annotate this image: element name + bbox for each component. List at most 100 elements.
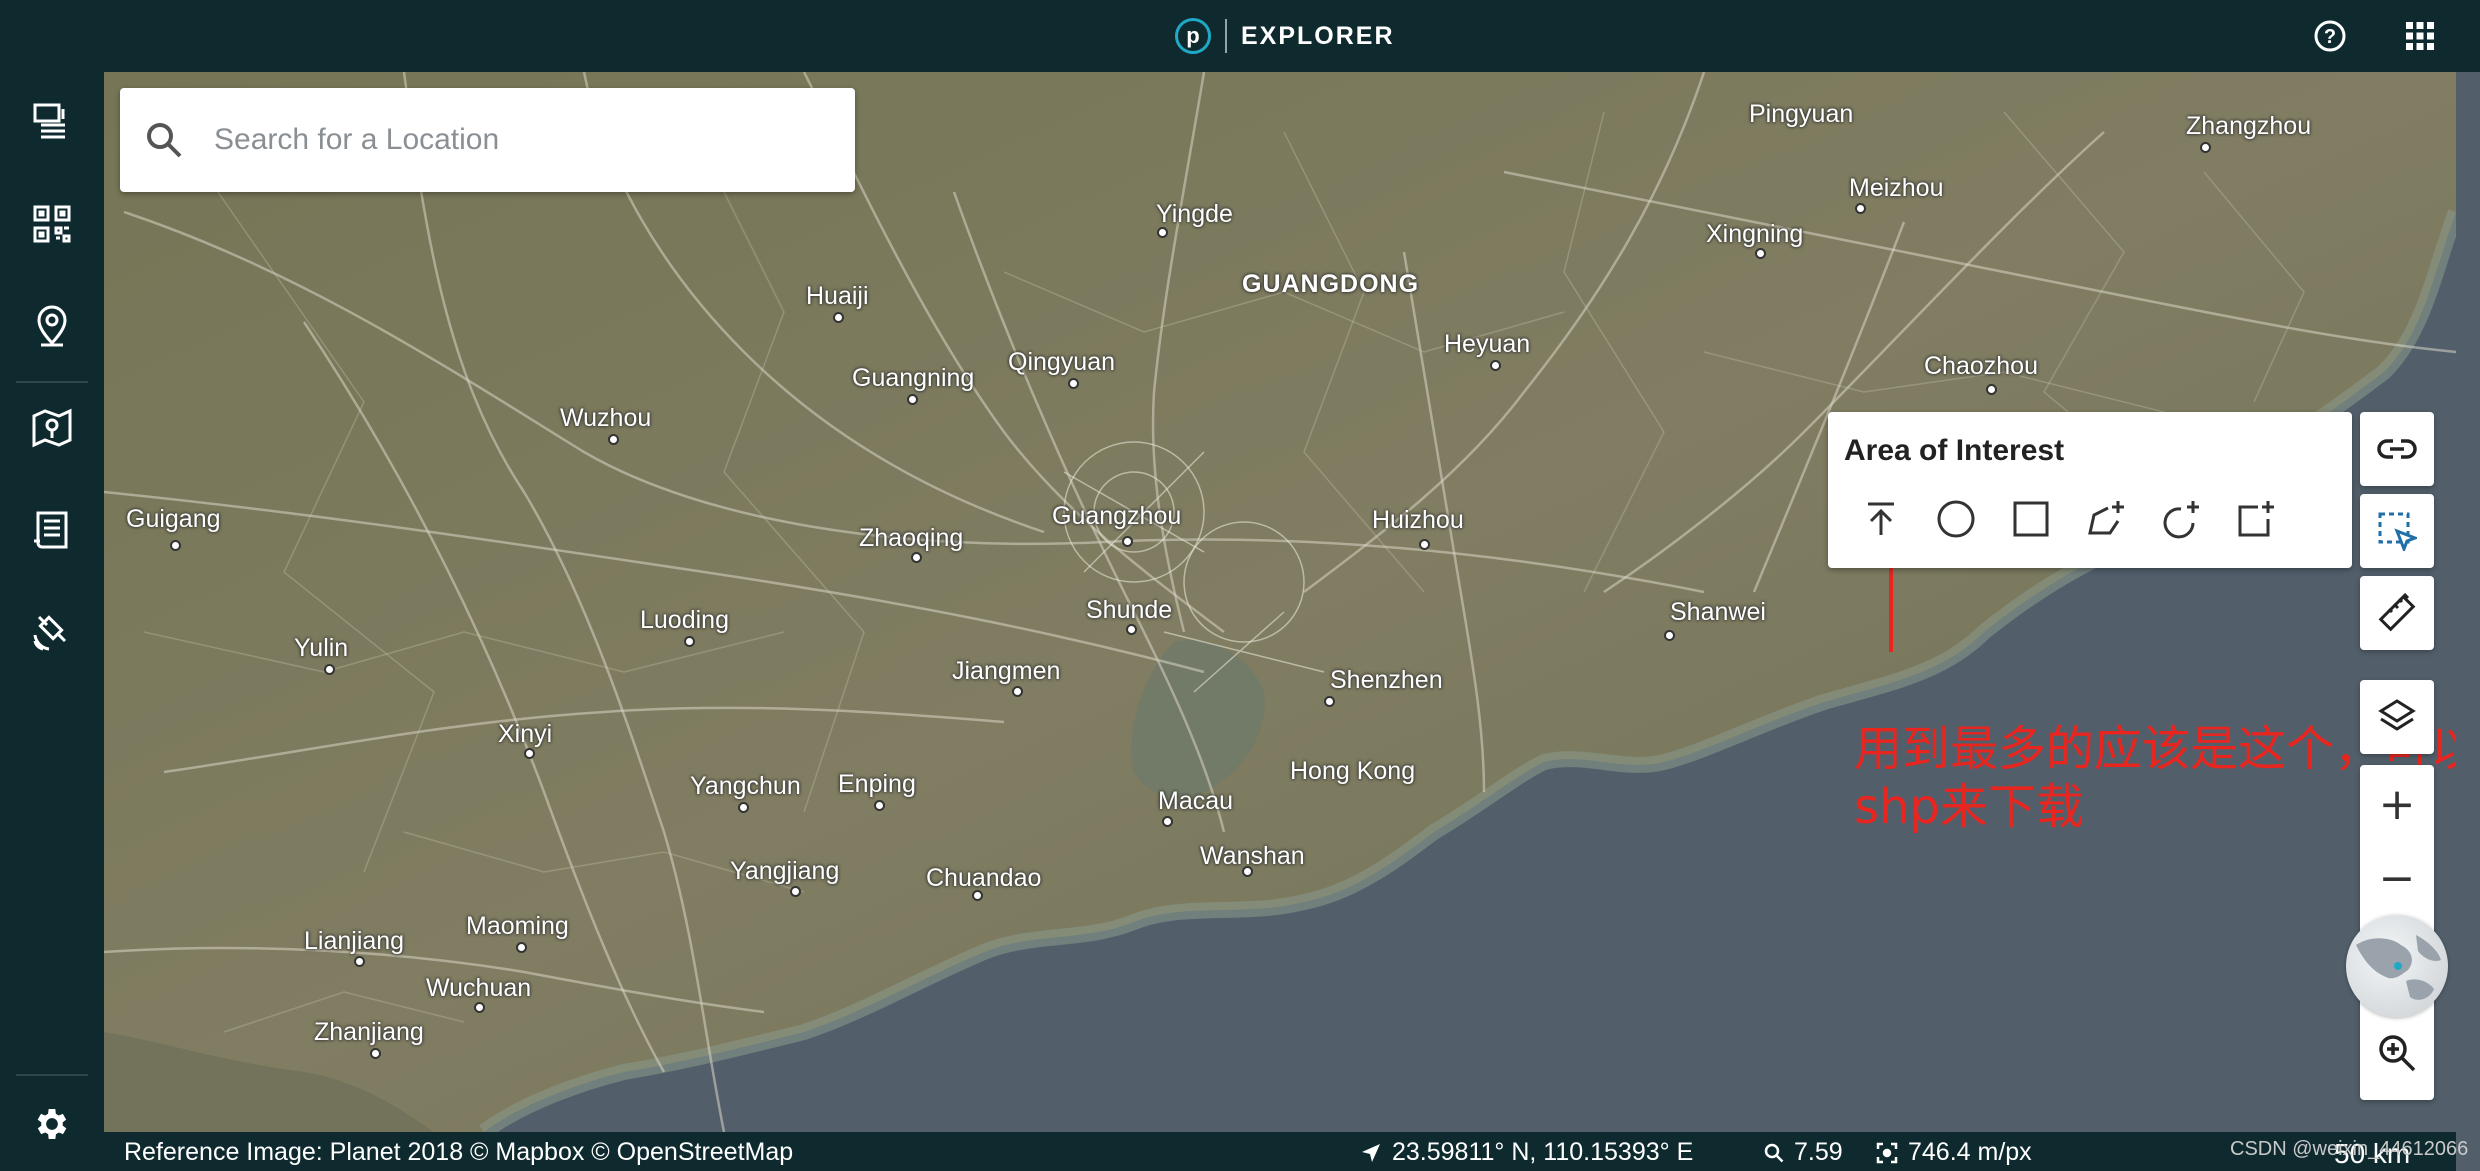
- zoom-out-button[interactable]: −: [2360, 849, 2434, 909]
- left-sidebar: [0, 72, 104, 1171]
- city-marker: [1855, 203, 1866, 214]
- zoom-magnifier-icon: [2379, 1035, 2416, 1072]
- city-marker: [1122, 536, 1133, 547]
- search-input[interactable]: [214, 123, 814, 157]
- draw-polygon-button[interactable]: [2081, 494, 2131, 544]
- measure-button[interactable]: [2360, 576, 2434, 650]
- polygon-plus-icon: [2088, 501, 2124, 535]
- zoom-in-button[interactable]: +: [2360, 775, 2434, 835]
- coordinate-readout: 23.59811° N, 110.15393° E: [1360, 1138, 1693, 1167]
- help-circle-icon[interactable]: ?: [2310, 16, 2350, 56]
- app-name: EXPLORER: [1241, 21, 1395, 50]
- city-label: Hong Kong: [1290, 757, 1416, 785]
- map-canvas[interactable]: Pingyuan Zhangzhou Meizhou Yingde Xingning GU…: [104, 72, 2456, 1132]
- sidebar-item-satellite[interactable]: [22, 602, 82, 662]
- city-marker: [790, 886, 801, 897]
- city-marker: [524, 748, 535, 759]
- layers-button[interactable]: [2360, 680, 2434, 754]
- watermark-text: CSDN @weixin_44612066: [2230, 1138, 2469, 1160]
- city-marker: [370, 1048, 381, 1059]
- city-label: Heyuan: [1444, 330, 1531, 358]
- city-label: Yangchun: [690, 772, 801, 800]
- city-marker: [1162, 816, 1173, 827]
- city-marker: [2200, 142, 2211, 153]
- city-marker: [324, 664, 335, 675]
- city-marker: [1157, 227, 1168, 238]
- app-logo[interactable]: p EXPLORER: [1175, 16, 1395, 56]
- upload-shapefile-button[interactable]: [1856, 494, 1906, 544]
- location-pin-icon: [37, 305, 67, 347]
- search-icon: [147, 123, 182, 158]
- stacked-list-icon: [33, 103, 65, 139]
- share-link-button[interactable]: [2360, 412, 2434, 486]
- link-icon: [2377, 439, 2417, 459]
- city-marker: [972, 890, 983, 901]
- sidebar-divider: [16, 381, 88, 383]
- city-label: Pingyuan: [1749, 100, 1854, 128]
- city-label: Zhanjiang: [314, 1018, 424, 1046]
- settings-button[interactable]: [22, 1094, 82, 1154]
- city-label: Chaozhou: [1924, 352, 2038, 380]
- select-area-button[interactable]: [2360, 494, 2434, 568]
- draw-radius-button[interactable]: [2156, 494, 2206, 544]
- city-label: Xingning: [1706, 220, 1804, 248]
- area-of-interest-panel: Area of Interest: [1828, 412, 2352, 568]
- circle-icon: [1937, 500, 1975, 538]
- draw-box-button[interactable]: [2231, 494, 2281, 544]
- city-marker: [1419, 539, 1430, 550]
- city-label: Yingde: [1156, 200, 1233, 228]
- satellite-icon: [33, 615, 67, 651]
- resolution-text: 746.4 m/px: [1908, 1138, 2032, 1166]
- city-label: Chuandao: [926, 864, 1042, 892]
- search-box: [120, 88, 855, 192]
- city-label: Xinyi: [498, 720, 553, 748]
- zoom-level-text: 7.59: [1794, 1138, 1843, 1166]
- sidebar-item-map-areas[interactable]: [22, 398, 82, 458]
- focus-frame-icon: [1876, 1142, 1898, 1163]
- city-marker: [1324, 696, 1335, 707]
- map-right-edge: [2456, 72, 2480, 1171]
- logo-divider: [1225, 19, 1227, 53]
- city-label: Shunde: [1086, 596, 1173, 624]
- city-marker: [1664, 630, 1675, 641]
- planet-logo-icon: p: [1175, 18, 1211, 54]
- grid-apps-icon[interactable]: [2400, 16, 2440, 56]
- square-icon: [2013, 501, 2049, 537]
- aoi-title: Area of Interest: [1844, 434, 2065, 467]
- minimap-globe[interactable]: [2346, 915, 2448, 1017]
- sidebar-item-orders[interactable]: [22, 500, 82, 560]
- magnifier-icon: [1764, 1143, 1784, 1162]
- draw-rectangle-button[interactable]: [2006, 494, 2056, 544]
- city-label: Jiangmen: [952, 657, 1061, 685]
- city-marker: [516, 942, 527, 953]
- sidebar-item-layers-list[interactable]: [22, 92, 82, 152]
- sidebar-item-places[interactable]: [22, 296, 82, 356]
- sidebar-item-qr[interactable]: [22, 194, 82, 254]
- city-label: Maoming: [466, 912, 569, 940]
- city-marker: [1986, 384, 1997, 395]
- gear-icon: [37, 1109, 67, 1139]
- map-basemap: [104, 72, 2456, 1132]
- draw-circle-button[interactable]: [1931, 494, 1981, 544]
- city-label: Guigang: [126, 505, 221, 533]
- city-marker: [1126, 624, 1137, 635]
- city-marker: [1068, 378, 1079, 389]
- city-label: Wuchuan: [426, 974, 532, 1002]
- layers-icon: [2378, 699, 2416, 731]
- city-marker: [833, 312, 844, 323]
- city-label: Huaiji: [806, 282, 869, 310]
- zoom-level-readout: 7.59: [1764, 1138, 1843, 1167]
- city-label: Meizhou: [1849, 174, 1944, 202]
- city-marker: [911, 552, 922, 563]
- city-marker: [684, 636, 695, 647]
- navigation-arrow-icon: [1362, 1143, 1380, 1162]
- city-label: Macau: [1158, 787, 1234, 815]
- land-mass: [104, 72, 2456, 1132]
- city-marker: [1242, 866, 1253, 877]
- city-marker: [1755, 248, 1766, 259]
- box-plus-icon: [2238, 501, 2274, 537]
- attribution-text: Reference Image: Planet 2018 © Mapbox © …: [124, 1138, 794, 1166]
- zoom-extent-button[interactable]: [2377, 1033, 2417, 1073]
- city-marker: [738, 802, 749, 813]
- city-marker: [1012, 686, 1023, 697]
